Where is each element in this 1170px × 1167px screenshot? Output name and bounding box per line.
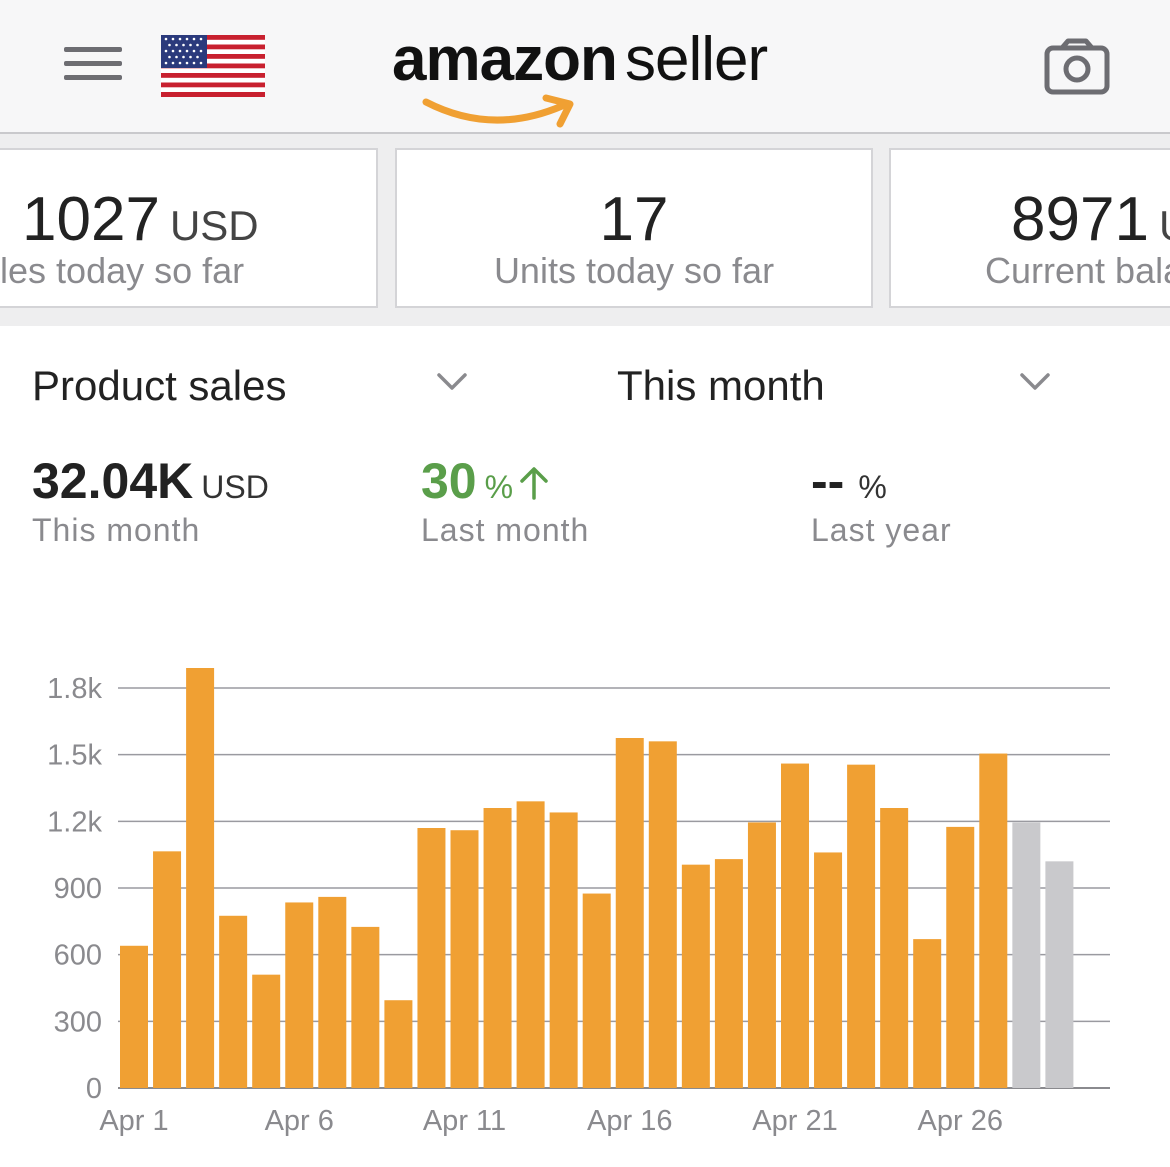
bar[interactable] — [913, 939, 942, 1088]
metric-label: Current balance — [985, 250, 1170, 291]
bar[interactable] — [186, 668, 215, 1088]
metric-value: 8971USD — [1011, 185, 1170, 254]
x-tick-label: Apr 6 — [265, 1105, 334, 1137]
y-tick-label: 1.8k — [47, 673, 102, 705]
bar[interactable] — [483, 808, 512, 1088]
bar[interactable] — [880, 808, 909, 1088]
metric-card-sales[interactable]: 1027USD Sales today so far — [0, 148, 378, 308]
metric-value: 1027 USD — [22, 185, 259, 254]
chevron-down-icon[interactable] — [1019, 372, 1051, 392]
amazon-seller-logo: amazon seller — [392, 20, 792, 128]
bar[interactable] — [615, 738, 644, 1088]
app-header: amazon seller — [0, 0, 1170, 134]
bar[interactable] — [681, 864, 710, 1088]
x-tick-label: Apr 26 — [918, 1105, 1003, 1137]
metric-card-balance[interactable]: 8971USD Current balance — [889, 148, 1170, 308]
bar[interactable] — [417, 828, 446, 1088]
y-tick-label: 300 — [54, 1006, 102, 1038]
bar[interactable] — [516, 801, 545, 1088]
y-tick-label: 900 — [54, 873, 102, 905]
bar[interactable] — [252, 974, 281, 1088]
bar[interactable] — [120, 945, 148, 1088]
bar[interactable] — [847, 764, 876, 1088]
x-tick-label: Apr 16 — [587, 1105, 672, 1137]
y-tick-label: 1.5k — [47, 740, 102, 772]
period-dropdown[interactable]: This month — [617, 362, 825, 410]
bar[interactable] — [814, 852, 843, 1088]
metrics-carousel[interactable]: 1027USD Sales today so far 17 Units toda… — [0, 134, 1170, 326]
arrow-up-icon — [519, 467, 548, 500]
brand-seller: seller — [625, 25, 768, 94]
bar[interactable] — [351, 926, 380, 1088]
summary-last-year-label: Last year — [811, 512, 952, 548]
summary-last-month-label: Last month — [421, 512, 590, 548]
bar[interactable] — [979, 753, 1008, 1088]
bar[interactable] — [1012, 822, 1041, 1088]
menu-icon[interactable] — [64, 44, 122, 84]
amazon-smile-icon — [422, 94, 574, 128]
x-tick-label: Apr 21 — [752, 1105, 837, 1137]
bar[interactable] — [582, 893, 611, 1088]
summary-this-month-label: This month — [32, 512, 201, 548]
metric-card-units[interactable]: 17 Units today so far — [395, 148, 873, 308]
y-tick-label: 0 — [86, 1073, 102, 1105]
bar[interactable] — [946, 826, 975, 1088]
summary-last-month-value: 30% — [421, 452, 550, 510]
product-sales-bar-chart[interactable]: 0 300 600 900 1.2k 1.5k 1.8k Apr 1 Apr 6 Apr 11 Ap… — [0, 640, 1170, 1167]
bar[interactable] — [318, 896, 347, 1088]
chevron-down-icon[interactable] — [436, 372, 468, 392]
x-tick-label: Apr 11 — [423, 1105, 506, 1137]
metric-label: Sales today so far — [0, 250, 245, 291]
brand-amazon: amazon — [392, 25, 618, 94]
y-tick-label: 1.2k — [47, 806, 102, 838]
camera-icon[interactable] — [1044, 38, 1110, 96]
summary-this-month-value: 32.04K USD — [32, 453, 269, 509]
bar[interactable] — [549, 812, 578, 1088]
metric-value: 17 — [599, 185, 669, 254]
summary-last-year-value: --% — [811, 453, 887, 509]
us-flag-icon[interactable] — [161, 35, 265, 97]
bar[interactable] — [747, 822, 776, 1088]
bar[interactable] — [285, 902, 314, 1088]
bar[interactable] — [450, 830, 479, 1088]
x-tick-label: Apr 1 — [99, 1105, 168, 1137]
y-tick-label: 600 — [54, 940, 102, 972]
bar[interactable] — [1045, 861, 1074, 1088]
metric-dropdown[interactable]: Product sales — [32, 362, 286, 410]
bar[interactable] — [153, 851, 182, 1088]
bar[interactable] — [219, 915, 248, 1088]
bar[interactable] — [384, 1000, 413, 1088]
bar[interactable] — [714, 859, 743, 1088]
bar[interactable] — [648, 741, 677, 1088]
metric-label: Units today so far — [493, 250, 775, 291]
bar[interactable] — [781, 763, 809, 1088]
